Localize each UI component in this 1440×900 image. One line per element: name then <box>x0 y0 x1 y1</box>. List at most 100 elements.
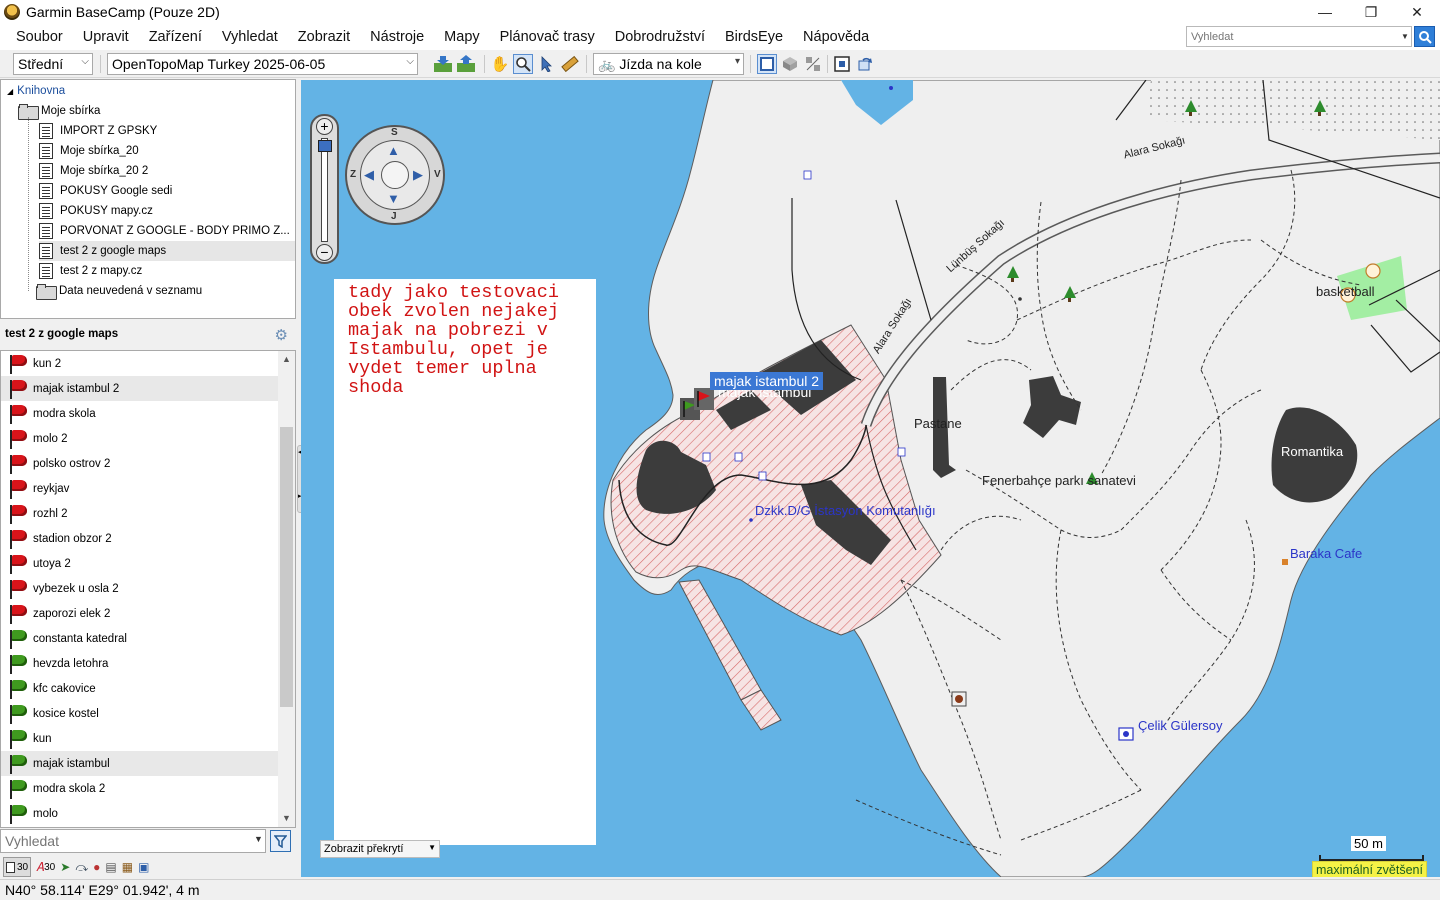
list-item[interactable]: modra skola <box>1 401 279 426</box>
tree-item[interactable]: Moje sbírka_20 2 <box>39 161 148 181</box>
list-search-input[interactable] <box>0 829 266 853</box>
list-header: test 2 z google maps ⚙ <box>0 322 296 346</box>
parking-icon <box>758 471 767 481</box>
list-item[interactable]: kun <box>1 726 279 751</box>
list-item[interactable]: constanta katedral <box>1 626 279 651</box>
tree-item[interactable]: PORVONAT Z GOOGLE - BODY PRIMO Z... <box>39 221 290 241</box>
list-item[interactable]: kun 2 <box>1 351 279 376</box>
filter-icon[interactable] <box>270 830 291 852</box>
geocache-filter-icon[interactable]: ⤼ <box>75 857 88 877</box>
menu-route-planner[interactable]: Plánovač trasy <box>490 29 605 45</box>
tree-item[interactable]: POKUSY Google sedi <box>39 181 172 201</box>
receive-from-device-icon[interactable] <box>433 54 453 74</box>
menu-device[interactable]: Zařízení <box>139 29 212 45</box>
lists-filter[interactable]: 30 <box>3 857 32 877</box>
fit-to-window-icon[interactable] <box>832 54 852 74</box>
tree-collection[interactable]: Moje sbírka <box>18 101 100 121</box>
zoom-track[interactable] <box>321 138 328 242</box>
list-item-selected[interactable]: majak istambul <box>1 751 279 776</box>
map-label-pastane: Pastane <box>914 416 962 431</box>
minimize-button[interactable]: — <box>1302 0 1348 24</box>
zoom-in-icon[interactable]: + <box>316 118 333 135</box>
map-2d-icon[interactable] <box>757 54 777 74</box>
search-dropdown-icon[interactable]: ▼ <box>254 834 263 844</box>
chest-filter-icon[interactable]: ▦ <box>122 857 133 877</box>
list-item[interactable]: kosice kostel <box>1 701 279 726</box>
pan-right-icon[interactable]: ▶ <box>413 167 423 183</box>
map-3d-icon[interactable] <box>780 54 800 74</box>
title-bar: Garmin BaseCamp (Pouze 2D) — ❐ ✕ <box>0 0 1440 24</box>
list-item[interactable]: stadion obzor 2 <box>1 526 279 551</box>
tracks-filter[interactable]: 𝐴 30 <box>36 857 55 877</box>
scroll-up-icon[interactable]: ▲ <box>278 351 295 368</box>
map-view[interactable]: Alara Sokağı Lünbüş Sokağı Alara Sokağı … <box>301 80 1440 877</box>
detail-level-select[interactable]: Střední ⌵ <box>13 53 93 75</box>
device-filter-icon[interactable]: ▣ <box>138 857 149 877</box>
top-search-dropdown-icon[interactable]: ▼ <box>1398 27 1412 46</box>
tree-item[interactable]: test 2 z mapy.cz <box>39 261 142 281</box>
pan-up-icon[interactable]: ▲ <box>387 143 400 158</box>
library-root[interactable]: ◢ Knihovna <box>7 81 65 101</box>
refresh-map-icon[interactable] <box>855 54 875 74</box>
tree-item[interactable]: IMPORT Z GPSKY <box>39 121 157 141</box>
pan-left-icon[interactable]: ◀ <box>364 167 374 183</box>
list-item[interactable]: reykjav <box>1 476 279 501</box>
zoom-out-icon[interactable]: − <box>316 244 333 261</box>
photo-filter-icon[interactable]: ▤ <box>105 857 116 877</box>
window-title: Garmin BaseCamp (Pouze 2D) <box>26 4 220 20</box>
map-product-select[interactable]: OpenTopoMap Turkey 2025-06-05 ⌵ <box>107 53 418 75</box>
menu-maps[interactable]: Mapy <box>434 29 489 45</box>
gear-icon[interactable]: ⚙ <box>275 326 288 344</box>
menu-tools[interactable]: Nástroje <box>360 29 434 45</box>
top-search-input[interactable] <box>1186 26 1412 47</box>
menu-help[interactable]: Nápověda <box>793 29 879 45</box>
red-flag-icon <box>7 353 29 375</box>
zoom-icon[interactable] <box>513 54 533 74</box>
scroll-down-icon[interactable]: ▼ <box>278 810 295 827</box>
list-scrollbar[interactable]: ▲ ▼ <box>278 351 295 827</box>
select-arrow-icon[interactable] <box>537 54 557 74</box>
list-item[interactable]: polsko ostrov 2 <box>1 451 279 476</box>
menu-file[interactable]: Soubor <box>0 29 73 45</box>
overlay-select[interactable]: Zobrazit překrytí ▼ <box>320 840 440 858</box>
zoom-thumb[interactable] <box>318 140 332 152</box>
list-item[interactable]: molo <box>1 801 279 826</box>
menu-edit[interactable]: Upravit <box>73 29 139 45</box>
collapse-triangle-icon[interactable]: ◢ <box>7 87 13 96</box>
search-icon[interactable] <box>1414 26 1435 47</box>
list-item[interactable]: kfc cakovice <box>1 676 279 701</box>
menu-find[interactable]: Vyhledat <box>212 29 288 45</box>
list-item[interactable]: modra skola 2 <box>1 776 279 801</box>
menu-birdseye[interactable]: BirdsEye <box>715 29 793 45</box>
tree-item[interactable]: POKUSY mapy.cz <box>39 201 153 221</box>
maximize-button[interactable]: ❐ <box>1348 0 1394 24</box>
routes-filter-icon[interactable]: ➤ <box>60 857 70 877</box>
adventure-filter-icon[interactable]: ● <box>93 857 100 877</box>
activity-profile-select[interactable]: 🚲 Jízda na kole ▾ <box>593 53 744 75</box>
waypoint-label-selected[interactable]: majak istambul 2 <box>710 372 824 390</box>
list-item[interactable]: vybezek u osla 2 <box>1 576 279 601</box>
scroll-thumb[interactable] <box>280 427 293 707</box>
send-to-device-icon[interactable] <box>456 54 476 74</box>
hand-pan-icon[interactable]: ✋ <box>490 54 510 74</box>
split-view-icon[interactable] <box>803 54 823 74</box>
tree-unlisted[interactable]: Data neuvedená v seznamu <box>36 281 202 301</box>
list-item[interactable]: molo 2 <box>1 426 279 451</box>
list-item[interactable]: hevzda letohra <box>1 651 279 676</box>
list-item[interactable]: zaporozi elek 2 <box>1 601 279 626</box>
measure-ruler-icon[interactable] <box>560 54 580 74</box>
menu-adventures[interactable]: Dobrodružství <box>605 29 715 45</box>
lists-count: 30 <box>17 861 29 873</box>
pan-down-icon[interactable]: ▼ <box>387 191 400 206</box>
list-item-selected[interactable]: majak istambul 2 <box>1 376 279 401</box>
menu-view[interactable]: Zobrazit <box>288 29 360 45</box>
waypoint-list: kun 2 majak istambul 2 modra skola molo … <box>0 350 296 828</box>
list-item[interactable]: utoya 2 <box>1 551 279 576</box>
zoom-slider[interactable]: + − <box>310 114 339 264</box>
close-button[interactable]: ✕ <box>1394 0 1440 24</box>
tree-item[interactable]: Moje sbírka_20 <box>39 141 139 161</box>
pan-center-button[interactable] <box>381 161 409 189</box>
list-item[interactable]: rozhl 2 <box>1 501 279 526</box>
pan-control[interactable]: S J Z V ▲ ▼ ◀ ▶ <box>345 125 445 225</box>
tree-item-selected[interactable]: test 2 z google maps <box>39 241 295 261</box>
